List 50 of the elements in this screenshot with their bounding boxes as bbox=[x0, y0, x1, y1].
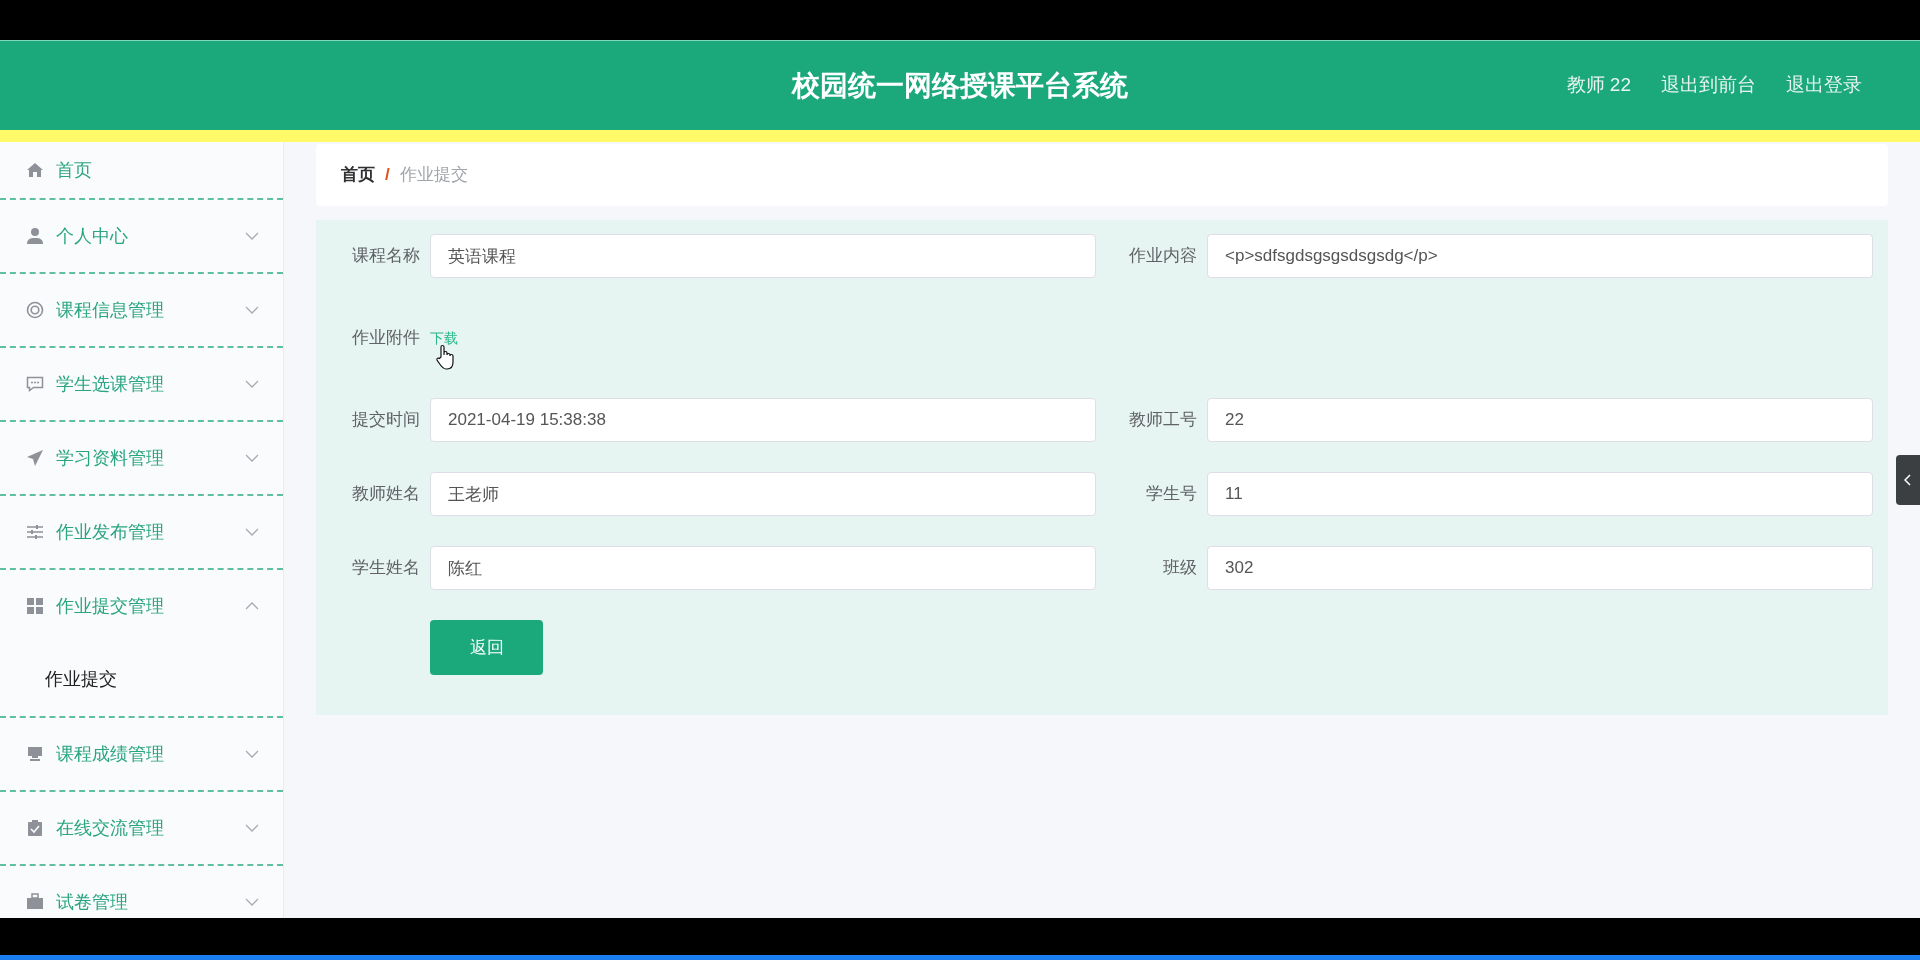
briefcase-icon bbox=[26, 893, 44, 911]
paper-plane-icon bbox=[26, 449, 44, 467]
home-icon bbox=[26, 161, 44, 179]
input-field[interactable]: <p>sdfsgdsgsgsdsgsdg</p> bbox=[1207, 234, 1873, 278]
chevron-left-icon bbox=[1904, 474, 1912, 486]
menu-item[interactable]: 作业提交管理 bbox=[0, 570, 283, 642]
menu-item[interactable]: 首页 bbox=[0, 142, 283, 198]
field-label: 教师姓名 bbox=[351, 483, 420, 506]
menu-item[interactable]: 学习资料管理 bbox=[0, 422, 283, 494]
input-field[interactable]: 2021-04-19 15:38:38 bbox=[430, 398, 1096, 442]
input-field[interactable]: 11 bbox=[1207, 472, 1873, 516]
field-label: 班级 bbox=[1162, 557, 1197, 580]
user-icon bbox=[26, 227, 44, 245]
field-label: 学生号 bbox=[1145, 483, 1197, 506]
field-label: 课程名称 bbox=[351, 245, 420, 268]
field-label: 教师工号 bbox=[1128, 409, 1197, 432]
field-label: 作业附件 bbox=[351, 327, 420, 350]
menu-item[interactable]: 在线交流管理 bbox=[0, 792, 283, 864]
submenu-item[interactable]: 作业提交 bbox=[45, 665, 117, 693]
menu-item[interactable]: 学生选课管理 bbox=[0, 348, 283, 420]
field-label: 作业内容 bbox=[1128, 245, 1197, 268]
input-field[interactable]: 王老师 bbox=[430, 472, 1096, 516]
tray-icon bbox=[26, 745, 44, 763]
input-field[interactable]: 22 bbox=[1207, 398, 1873, 442]
header-link[interactable]: 退出到前台 bbox=[1661, 71, 1756, 100]
field-label: 学生姓名 bbox=[351, 557, 420, 580]
menu-item[interactable]: 课程信息管理 bbox=[0, 274, 283, 346]
breadcrumb-separator: / bbox=[385, 164, 390, 187]
download-link[interactable]: 下载 bbox=[430, 330, 458, 346]
hand-cursor-icon bbox=[436, 344, 456, 370]
menu-item[interactable]: 试卷管理 bbox=[0, 866, 283, 918]
header-link[interactable]: 退出登录 bbox=[1786, 71, 1862, 100]
breadcrumb-link[interactable]: 首页 bbox=[341, 162, 375, 188]
side-toggle-button[interactable] bbox=[1896, 455, 1920, 505]
back-button[interactable]: 返回 bbox=[430, 620, 543, 675]
input-field[interactable]: 302 bbox=[1207, 546, 1873, 590]
breadcrumb-current: 作业提交 bbox=[399, 164, 468, 187]
input-field[interactable]: 陈红 bbox=[430, 546, 1096, 590]
chat-icon bbox=[26, 375, 44, 393]
field-label: 提交时间 bbox=[351, 409, 420, 432]
menu-item[interactable]: 课程成绩管理 bbox=[0, 718, 283, 790]
lifebuoy-icon bbox=[26, 301, 44, 319]
menu-item[interactable]: 个人中心 bbox=[0, 200, 283, 272]
input-field[interactable]: 英语课程 bbox=[430, 234, 1096, 278]
grid-icon bbox=[26, 597, 44, 615]
site-title: 校园统一网络授课平台系统 bbox=[792, 68, 1128, 103]
sliders-icon bbox=[26, 523, 44, 541]
clipboard-icon bbox=[26, 819, 44, 837]
menu-item[interactable]: 作业发布管理 bbox=[0, 496, 283, 568]
user-name-link[interactable]: 教师 22 bbox=[1566, 71, 1631, 100]
